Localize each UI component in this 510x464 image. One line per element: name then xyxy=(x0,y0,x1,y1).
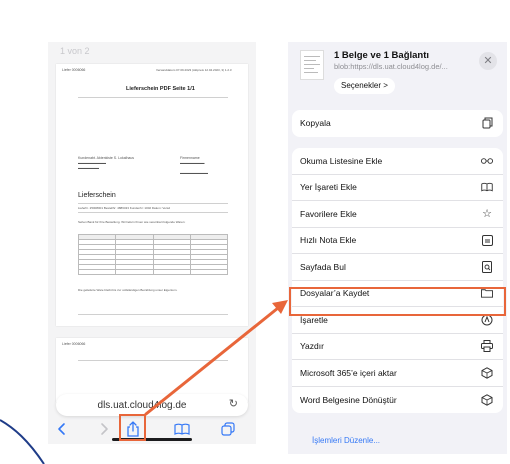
decorative-curve xyxy=(0,419,45,464)
action-label: Microsoft 365’e içeri aktar xyxy=(300,367,397,378)
divider xyxy=(78,203,228,204)
action-label: Word Belgesine Dönüştür xyxy=(300,394,397,405)
doc-address-right-line: ▬▬▬▬▬▬▬ xyxy=(180,161,205,165)
action-label: Okuma Listesine Ekle xyxy=(300,155,383,166)
doc-address-left-line: ▬▬▬▬▬▬ xyxy=(78,166,99,170)
url-text: dls.uat.cloud4log.de xyxy=(97,400,187,411)
close-icon[interactable]: ✕ xyxy=(479,52,497,70)
find-in-page-icon xyxy=(481,260,493,273)
pdf-page: Liefer 0006066 Versanddatum 07.09.2023 (… xyxy=(56,64,248,326)
reload-icon[interactable]: ↻ xyxy=(229,397,238,410)
divider xyxy=(78,212,228,213)
chevron-left-icon[interactable] xyxy=(52,419,72,439)
share-title: 1 Belge ve 1 Bağlantı xyxy=(334,50,430,61)
share-sheet-header: 1 Belge ve 1 Bağlantı blob:https://dls.u… xyxy=(288,42,507,104)
page-indicator: 1 von 2 xyxy=(60,46,90,56)
pointer-arrow-head xyxy=(272,300,288,314)
doc-header-left: Liefer 0006066 xyxy=(62,68,86,72)
action-import-m365[interactable]: Microsoft 365’e içeri aktar xyxy=(292,360,503,387)
doc-address-right-line: ▬▬▬▬▬▬▬▬ xyxy=(180,171,208,175)
action-label: Yer İşareti Ekle xyxy=(300,182,357,193)
action-label: Sayfada Bul xyxy=(300,261,346,272)
share-button-highlight xyxy=(119,414,146,441)
doc-address-left-line: ▬▬▬▬▬▬▬▬ xyxy=(78,161,106,165)
doc-heading: Lieferschein xyxy=(78,192,116,199)
doc-order-line: Lieferhr. 25008001 Bestellhr: 4886433 Ku… xyxy=(78,206,171,210)
chevron-right-icon[interactable] xyxy=(94,419,114,439)
glasses-icon xyxy=(481,155,493,167)
action-reading-list[interactable]: Okuma Listesine Ekle xyxy=(292,148,503,175)
office-icon xyxy=(481,393,493,406)
office-icon xyxy=(481,366,493,379)
action-bookmark[interactable]: Yer İşareti Ekle xyxy=(292,175,503,201)
action-find-in-page[interactable]: Sayfada Bul xyxy=(292,254,503,281)
action-convert-word[interactable]: Word Belgesine Dönüştür xyxy=(292,387,503,414)
divider xyxy=(78,97,228,98)
items-table xyxy=(77,234,229,275)
safari-pdf-view: 1 von 2 Liefer 0006066 Versanddatum 07.0… xyxy=(48,42,256,444)
doc-header-left: Liefer 0006066 xyxy=(62,342,86,346)
action-label: İşaretle xyxy=(300,314,328,325)
action-group-copy: Kopyala xyxy=(292,110,503,137)
address-bar[interactable]: dls.uat.cloud4log.de ↻ xyxy=(56,394,248,416)
divider xyxy=(78,360,228,361)
book-icon[interactable] xyxy=(172,419,192,439)
divider xyxy=(78,314,228,315)
action-copy[interactable]: Kopyala xyxy=(292,110,503,137)
action-label: Hızlı Nota Ekle xyxy=(300,235,357,246)
tabs-icon[interactable] xyxy=(218,419,238,439)
save-to-files-highlight xyxy=(289,287,506,316)
pdf-page-2: Liefer 0006066 xyxy=(56,338,248,402)
doc-header-right: Versanddatum 07.09.2023 (Aktpreis 12.04.… xyxy=(156,68,232,72)
doc-address-left: Kundenabt. Aktenkiste S. Lokalhaus xyxy=(78,156,135,160)
doc-note-line: Sehen Bank für Ihre Bestellung. Wir lief… xyxy=(78,220,186,224)
star-icon: ☆ xyxy=(482,208,492,221)
share-subtitle: blob:https://dls.uat.cloud4log.de/... xyxy=(334,62,448,71)
share-sheet: 1 Belge ve 1 Bağlantı blob:https://dls.u… xyxy=(288,42,507,454)
action-label: Favorilere Ekle xyxy=(300,208,357,219)
quick-note-icon xyxy=(481,234,493,246)
tutorial-screenshot: 1 von 2 Liefer 0006066 Versanddatum 07.0… xyxy=(0,0,510,464)
options-button[interactable]: Seçenekler > xyxy=(334,78,395,94)
doc-title: Lieferschein PDF Seite 1/1 xyxy=(126,86,195,92)
doc-footer-line: Die gelieferte Ware bleibt bis zur volls… xyxy=(78,288,178,292)
action-label: Yazdır xyxy=(300,341,324,352)
action-print[interactable]: Yazdır xyxy=(292,334,503,360)
action-group-main: Okuma Listesine Ekle Yer İşareti Ekle Fa… xyxy=(292,148,503,413)
action-label: Kopyala xyxy=(300,118,331,129)
edit-actions-link[interactable]: İşlemleri Düzenle... xyxy=(312,436,380,445)
document-thumbnail xyxy=(300,50,324,80)
printer-icon xyxy=(481,340,493,353)
action-quick-note[interactable]: Hızlı Nota Ekle xyxy=(292,228,503,254)
copy-icon xyxy=(481,117,493,129)
action-favorites[interactable]: Favorilere Ekle ☆ xyxy=(292,201,503,228)
doc-address-right: Firmenname xyxy=(180,156,200,160)
book-icon xyxy=(481,181,493,193)
